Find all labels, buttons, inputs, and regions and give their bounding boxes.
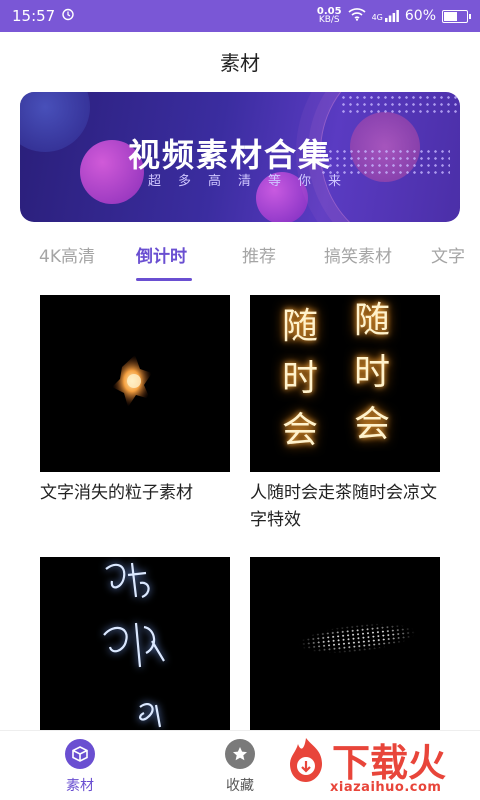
signal-icon: 4G (372, 10, 399, 22)
card-title: 文字消失的粒子素材 (40, 483, 193, 503)
tab-countdown[interactable]: 倒计时 (136, 242, 187, 267)
thumb-text-left: 随时会 (282, 306, 319, 451)
page-title: 素材 (220, 50, 260, 75)
nav-item-materials[interactable]: 素材 (40, 739, 120, 795)
material-card[interactable]: 文字消失的粒子素材 (40, 295, 230, 507)
watermark-url: xiazaihuo.com (330, 780, 442, 795)
category-tabs: 4K高清 倒计时 推荐 搞笑素材 文字 (0, 232, 480, 282)
banner-subtitle: 超多高清等你来 (148, 174, 359, 189)
material-card[interactable] (250, 557, 440, 742)
banner-orb (20, 92, 90, 152)
cube-icon (65, 739, 95, 769)
status-bar: 15:57 0.05 KB/S 4G 60% (0, 0, 480, 32)
watermark: 下载火 xiazaihuo.com (282, 736, 478, 798)
battery-icon (442, 9, 471, 23)
nav-item-favorites[interactable]: 收藏 (200, 739, 280, 795)
network-speed: 0.05 KB/S (316, 6, 342, 25)
flame-logo-icon (282, 736, 330, 784)
nav-label: 收藏 (226, 778, 254, 794)
video-thumbnail[interactable] (40, 295, 230, 472)
status-time: 15:57 (12, 7, 56, 25)
material-card[interactable] (40, 557, 230, 742)
watermark-name: 下载火 (332, 741, 447, 785)
tab-4k[interactable]: 4K高清 (39, 242, 95, 267)
app-bar: 素材 (0, 32, 480, 90)
video-thumbnail[interactable] (250, 557, 440, 734)
particle-stream (284, 614, 418, 664)
promo-banner[interactable]: 视频素材合集 超多高清等你来 (20, 92, 460, 222)
battery-percent: 60% (404, 8, 436, 24)
banner-dots (340, 94, 460, 116)
tab-funny[interactable]: 搞笑素材 (324, 242, 392, 267)
material-card[interactable]: 随时会 随时会 人随时会走茶随时会凉文字特效 (250, 295, 440, 534)
video-thumbnail[interactable] (40, 557, 230, 734)
active-tab-indicator (136, 278, 192, 281)
thumb-text-right: 随时会 (354, 300, 391, 445)
star-icon (225, 739, 255, 769)
alarm-icon (61, 7, 75, 25)
video-thumbnail[interactable]: 随时会 随时会 (250, 295, 440, 472)
wifi-icon (348, 7, 366, 25)
tab-recommended[interactable]: 推荐 (242, 242, 276, 267)
card-title: 人随时会走茶随时会凉文字特效 (250, 483, 437, 530)
tab-text[interactable]: 文字 (431, 242, 465, 267)
nav-label: 素材 (66, 778, 94, 794)
